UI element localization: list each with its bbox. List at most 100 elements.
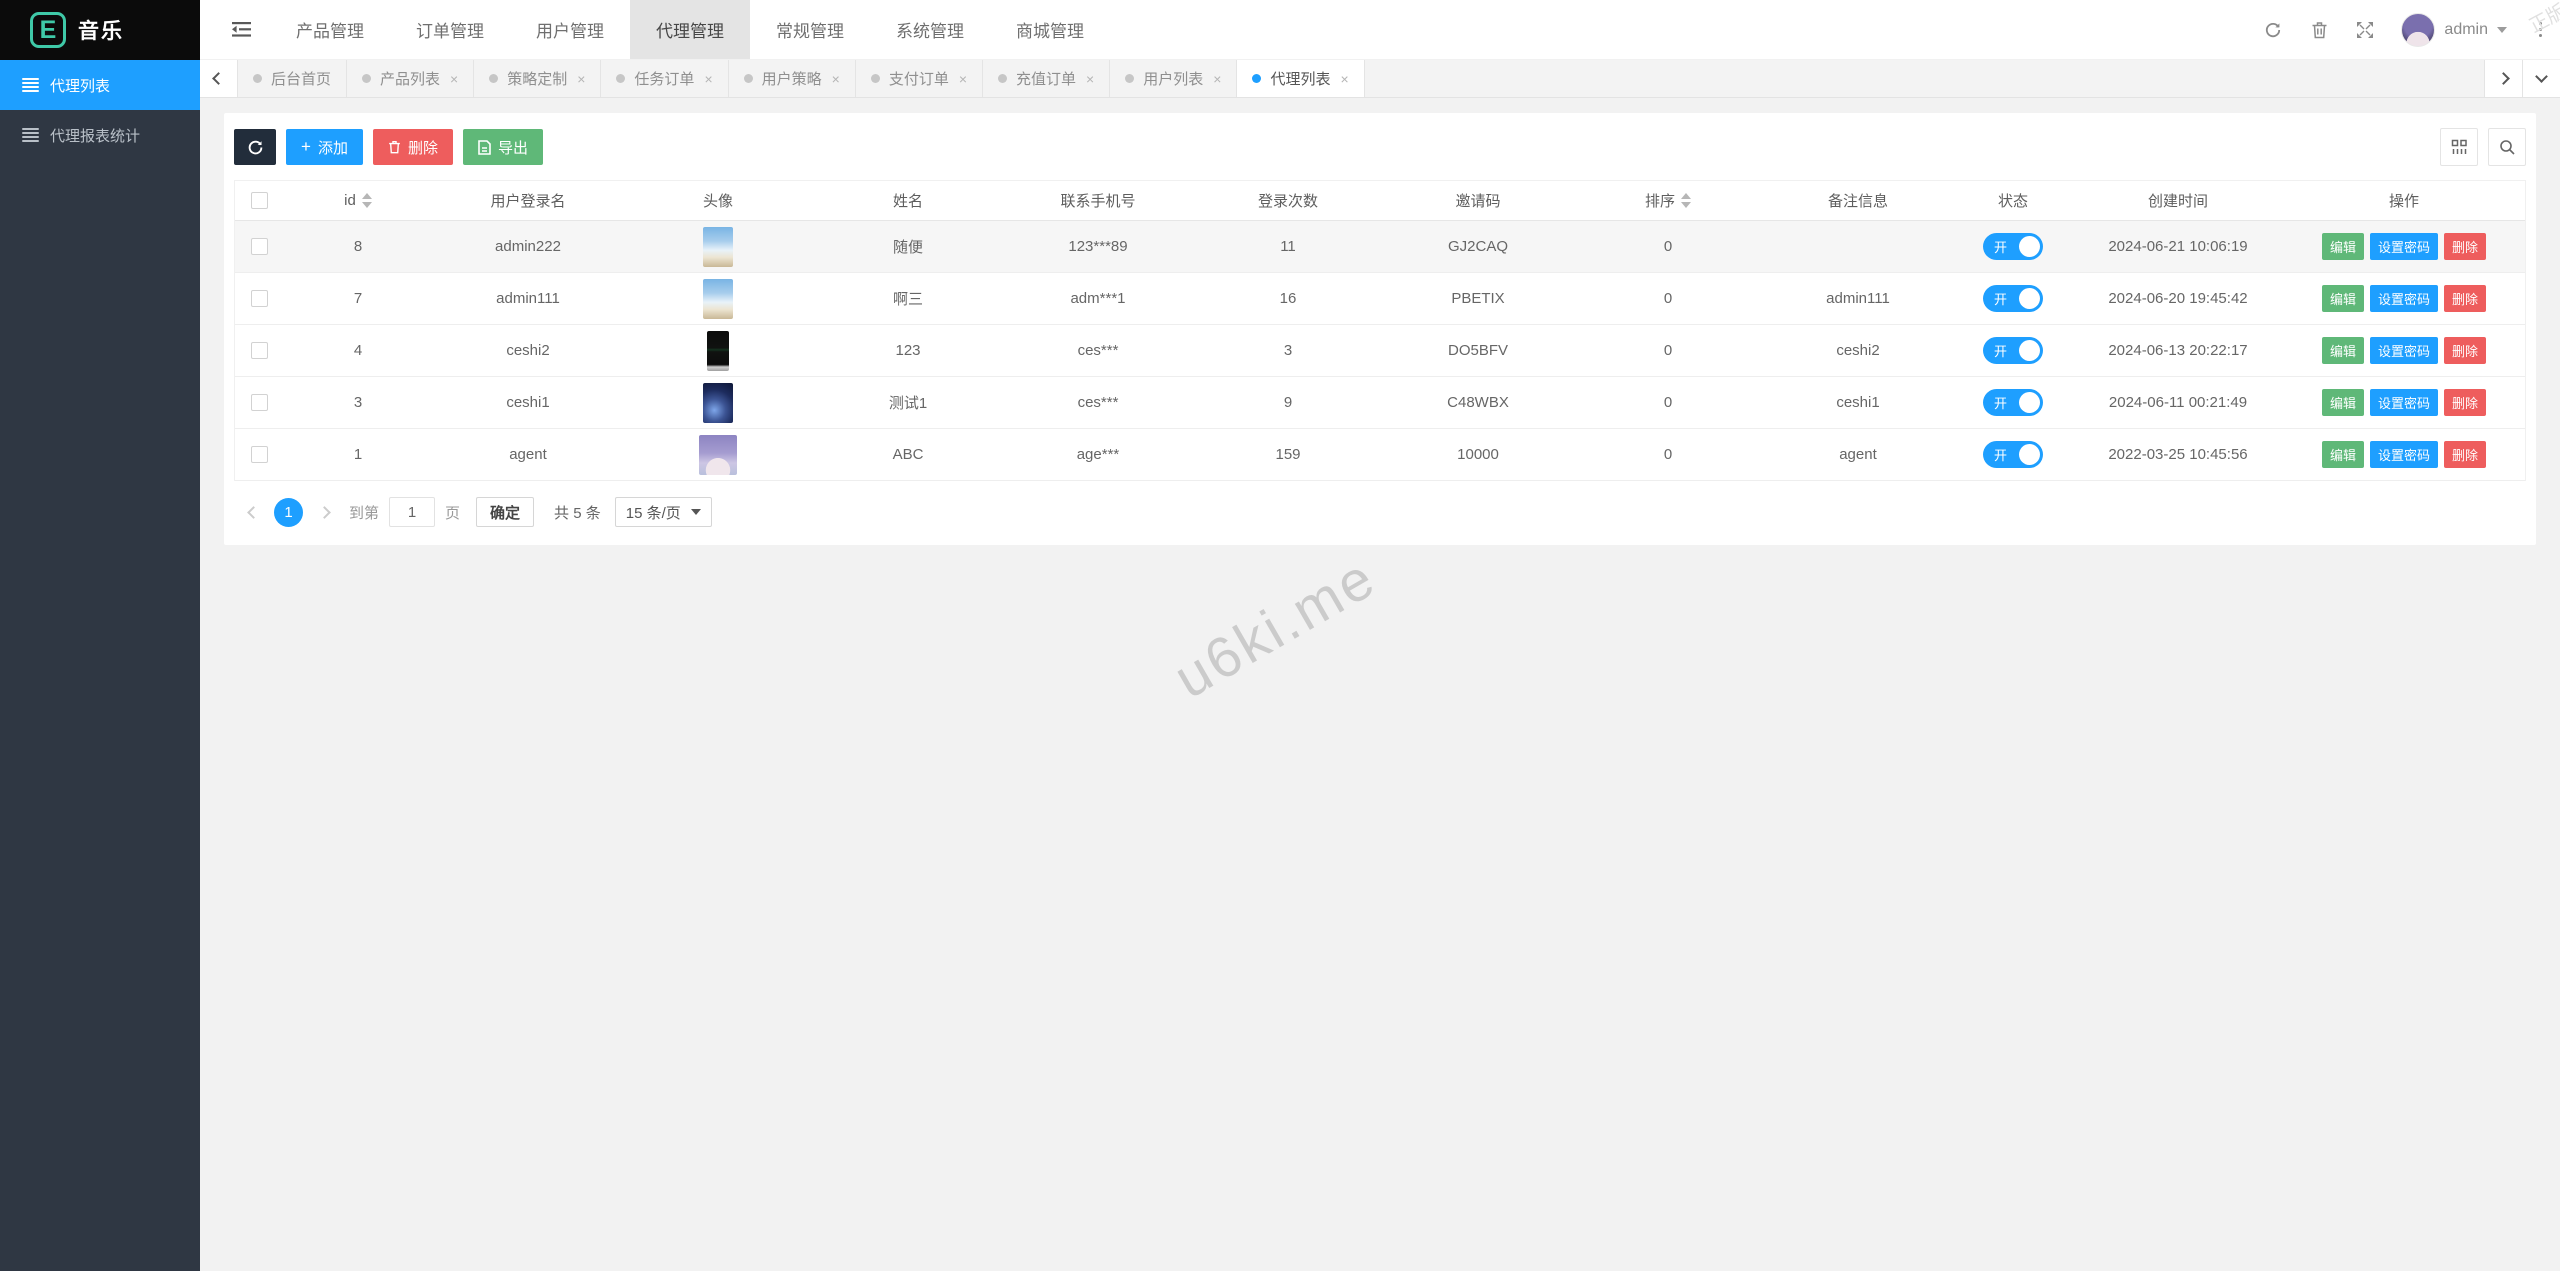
set-password-button[interactable]: 设置密码 xyxy=(2369,285,2438,312)
nav-item[interactable]: 商城管理 xyxy=(990,0,1110,59)
row-checkbox[interactable] xyxy=(250,394,268,411)
sidebar-item[interactable]: 代理列表 xyxy=(0,60,200,110)
column-header-sort[interactable]: 排序 xyxy=(1573,181,1763,220)
close-tab-icon[interactable]: × xyxy=(577,71,585,87)
row-checkbox[interactable] xyxy=(250,290,268,307)
delete-button[interactable]: 删除 xyxy=(2444,337,2487,364)
toolbar-right xyxy=(2440,128,2526,166)
toggle-knob xyxy=(2019,444,2040,465)
search-icon[interactable] xyxy=(2488,128,2526,166)
avatar xyxy=(703,278,733,319)
edit-button[interactable]: 编辑 xyxy=(2321,285,2364,312)
trash-icon[interactable] xyxy=(2309,20,2329,40)
page-size-select[interactable]: 15 条/页 xyxy=(614,497,712,527)
fullscreen-icon[interactable] xyxy=(2355,20,2375,40)
cell-phone: adm***1 xyxy=(1070,290,1126,307)
close-tab-icon[interactable]: × xyxy=(1086,71,1094,87)
edit-button[interactable]: 编辑 xyxy=(2321,389,2364,416)
refresh-table-button[interactable] xyxy=(234,129,276,165)
refresh-icon[interactable] xyxy=(2263,20,2283,40)
goto-confirm-button[interactable]: 确定 xyxy=(476,497,535,527)
nav-item[interactable]: 常规管理 xyxy=(750,0,870,59)
page-number[interactable]: 1 xyxy=(274,497,303,527)
select-all-checkbox[interactable] xyxy=(250,192,268,209)
tab-label: 策略定制 xyxy=(507,71,568,88)
cell-login: ceshi1 xyxy=(506,394,550,411)
sort-icon[interactable] xyxy=(361,193,372,208)
close-tab-icon[interactable]: × xyxy=(1213,71,1221,87)
tabs-scroll-right-icon[interactable] xyxy=(2484,60,2522,97)
delete-button[interactable]: 删除 xyxy=(2444,233,2487,260)
row-checkbox[interactable] xyxy=(250,238,268,255)
nav-item[interactable]: 订单管理 xyxy=(390,0,510,59)
nav-item[interactable]: 系统管理 xyxy=(870,0,990,59)
row-checkbox[interactable] xyxy=(250,446,268,463)
sort-icon[interactable] xyxy=(1681,193,1691,208)
set-password-button[interactable]: 设置密码 xyxy=(2369,233,2438,260)
close-tab-icon[interactable]: × xyxy=(1340,71,1348,87)
collapse-sidebar-icon[interactable] xyxy=(220,0,262,60)
edit-button[interactable]: 编辑 xyxy=(2321,337,2364,364)
delete-button[interactable]: 删除 xyxy=(2444,285,2487,312)
tabs-scroll-left-icon[interactable] xyxy=(200,60,238,97)
nav-item[interactable]: 用户管理 xyxy=(510,0,630,59)
top-nav: 产品管理 订单管理 用户管理 代理管理 常规管理 系统管理 商城管理 xyxy=(270,0,1110,59)
edit-button[interactable]: 编辑 xyxy=(2321,441,2364,468)
cell-remark: ceshi2 xyxy=(1836,342,1880,359)
export-button[interactable]: 导出 xyxy=(462,129,543,165)
delete-selected-button[interactable]: 删除 xyxy=(372,129,453,165)
cell-name: ABC xyxy=(892,446,924,463)
sidebar-item[interactable]: 代理报表统计 xyxy=(0,110,200,160)
close-tab-icon[interactable]: × xyxy=(450,71,458,87)
set-password-button[interactable]: 设置密码 xyxy=(2369,337,2438,364)
tab-dot-icon xyxy=(253,74,262,83)
tab[interactable]: 任务订单 × xyxy=(601,60,729,97)
set-password-button[interactable]: 设置密码 xyxy=(2369,389,2438,416)
cell-id: 7 xyxy=(353,290,363,307)
tab-label: 后台首页 xyxy=(271,71,332,88)
close-tab-icon[interactable]: × xyxy=(832,71,840,87)
status-toggle[interactable]: 开 xyxy=(1983,285,2043,312)
nav-item-label: 代理管理 xyxy=(656,22,724,41)
more-vertical-icon[interactable] xyxy=(2533,20,2548,39)
nav-item[interactable]: 产品管理 xyxy=(270,0,390,59)
tab[interactable]: 代理列表 × xyxy=(1237,60,1365,97)
tab[interactable]: 策略定制 × xyxy=(474,60,602,97)
nav-item-label: 商城管理 xyxy=(1016,22,1084,41)
row-checkbox[interactable] xyxy=(250,342,268,359)
status-toggle[interactable]: 开 xyxy=(1983,389,2043,416)
table-toolbar: + 添加 删除 导出 xyxy=(234,128,2526,166)
set-password-button[interactable]: 设置密码 xyxy=(2369,441,2438,468)
status-toggle[interactable]: 开 xyxy=(1983,233,2043,260)
next-page-icon[interactable] xyxy=(309,497,339,527)
close-tab-icon[interactable]: × xyxy=(704,71,712,87)
column-header-created: 创建时间 xyxy=(2147,193,2208,210)
tab[interactable]: 充值订单 × xyxy=(983,60,1111,97)
delete-button[interactable]: 删除 xyxy=(2444,441,2487,468)
add-button[interactable]: + 添加 xyxy=(286,129,363,165)
tabs-menu-icon[interactable] xyxy=(2522,60,2560,97)
status-toggle[interactable]: 开 xyxy=(1983,337,2043,364)
user-menu[interactable]: admin xyxy=(2401,12,2507,47)
goto-page-input[interactable]: 1 xyxy=(389,497,436,527)
tab-bar: 后台首页 × 产品列表 × 策略定制 × 任务订单 × xyxy=(200,60,2560,98)
tab-dot-icon xyxy=(616,74,626,83)
cell-phone: 123***89 xyxy=(1068,238,1128,255)
tab[interactable]: 用户列表 × xyxy=(1110,60,1238,97)
nav-item[interactable]: 代理管理 xyxy=(630,0,750,59)
close-tab-icon[interactable]: × xyxy=(959,71,967,87)
tab[interactable]: 用户策略 × xyxy=(729,60,856,97)
tab[interactable]: 产品列表 × xyxy=(347,60,475,97)
cell-created-at: 2022-03-25 10:45:56 xyxy=(2108,446,2248,463)
edit-button[interactable]: 编辑 xyxy=(2321,233,2364,260)
cell-invite-code: DO5BFV xyxy=(1447,342,1508,359)
prev-page-icon[interactable] xyxy=(238,497,268,527)
delete-button[interactable]: 删除 xyxy=(2444,389,2487,416)
columns-filter-icon[interactable] xyxy=(2440,128,2478,166)
cell-id: 4 xyxy=(353,342,363,359)
tab[interactable]: 后台首页 × xyxy=(238,60,348,97)
pagination: 1 到第 1 页 确定 共 5 条 15 条/页 xyxy=(234,497,2526,527)
status-toggle[interactable]: 开 xyxy=(1983,441,2043,468)
column-header-id[interactable]: id xyxy=(283,181,433,220)
tab[interactable]: 支付订单 × xyxy=(856,60,984,97)
